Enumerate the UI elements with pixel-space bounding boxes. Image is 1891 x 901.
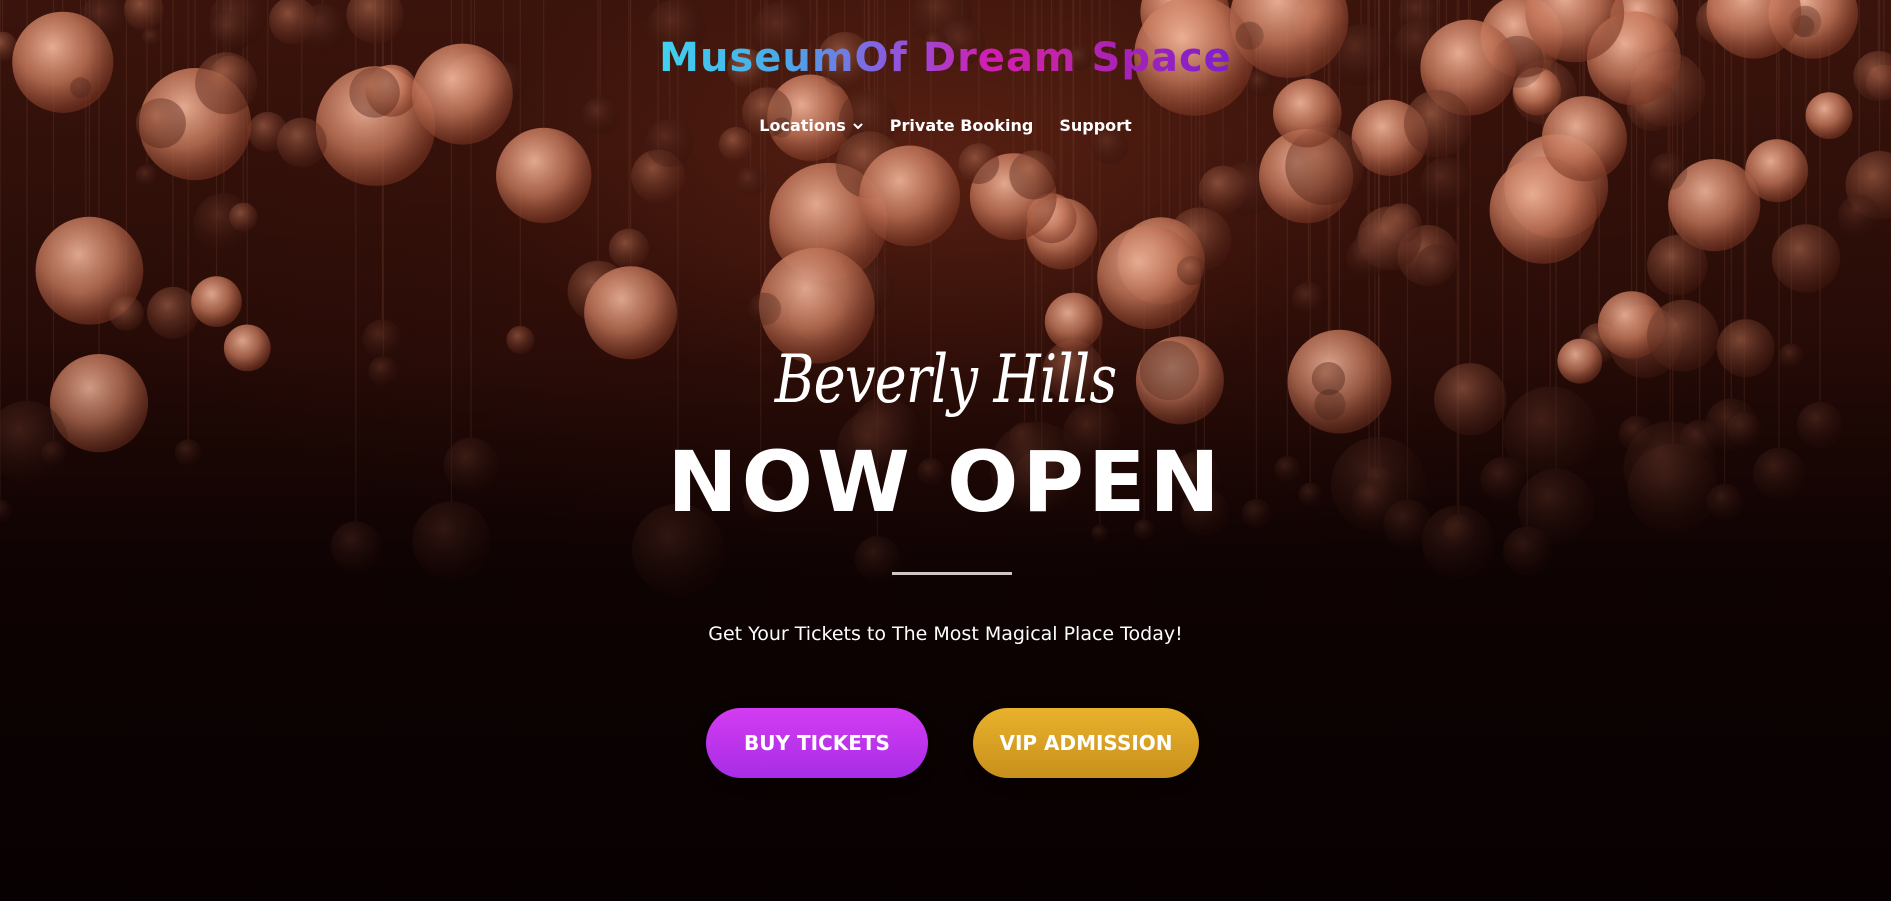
nav-item-private-booking[interactable]: Private Booking	[890, 116, 1034, 135]
glowing-sphere	[1541, 96, 1627, 182]
hero-headline: NOW OPEN	[667, 433, 1224, 531]
glowing-sphere	[1273, 78, 1342, 148]
glowing-sphere	[1716, 319, 1775, 378]
glowing-sphere	[1009, 150, 1059, 200]
hero-divider	[892, 572, 1012, 575]
location-subtitle: Beverly Hills	[774, 341, 1117, 418]
glowing-sphere	[1420, 157, 1473, 210]
glowing-sphere	[1291, 282, 1325, 315]
glowing-sphere	[1357, 206, 1422, 271]
glowing-sphere	[1198, 165, 1247, 214]
glowing-sphere	[735, 166, 766, 197]
glowing-sphere	[1837, 194, 1881, 238]
nav-item-label[interactable]: Private Booking	[890, 116, 1034, 135]
glowing-sphere	[958, 143, 1000, 185]
glowing-sphere	[859, 145, 960, 247]
glowing-sphere	[1778, 343, 1804, 369]
glowing-sphere	[109, 296, 144, 331]
glowing-sphere	[1771, 224, 1841, 293]
glowing-sphere	[1649, 152, 1688, 191]
glowing-sphere	[1745, 139, 1809, 203]
glowing-sphere	[1502, 526, 1552, 575]
glowing-sphere	[191, 276, 242, 327]
glowing-sphere	[608, 228, 650, 269]
glowing-sphere	[135, 164, 159, 188]
nav-item-locations[interactable]: Locations	[759, 116, 864, 135]
main-nav: Locations Private Booking Support	[0, 116, 1891, 135]
glowing-sphere	[748, 292, 782, 326]
glowing-sphere	[147, 286, 199, 339]
glowing-sphere	[1415, 244, 1460, 289]
glowing-sphere	[1176, 256, 1207, 286]
hero-tagline: Get Your Tickets to The Most Magical Pla…	[708, 623, 1183, 645]
glowing-sphere	[123, 0, 164, 31]
nav-item-label[interactable]: Locations	[759, 116, 846, 135]
nav-item-label[interactable]: Support	[1059, 116, 1131, 135]
glowing-sphere	[496, 127, 592, 224]
nav-item-support[interactable]: Support	[1059, 116, 1131, 135]
buy-tickets-button[interactable]: BUY TICKETS	[706, 708, 928, 778]
site-logo[interactable]: MuseumOf Dream Space	[0, 30, 1891, 86]
hero-section: MuseumOf Dream Space Locations Private B…	[0, 0, 1891, 901]
glowing-sphere	[1647, 235, 1708, 296]
glowing-sphere	[229, 202, 258, 232]
chevron-down-icon[interactable]	[852, 120, 864, 132]
vip-admission-button[interactable]: VIP ADMISSION	[973, 708, 1199, 778]
logo-text[interactable]: MuseumOf Dream Space	[659, 30, 1232, 86]
